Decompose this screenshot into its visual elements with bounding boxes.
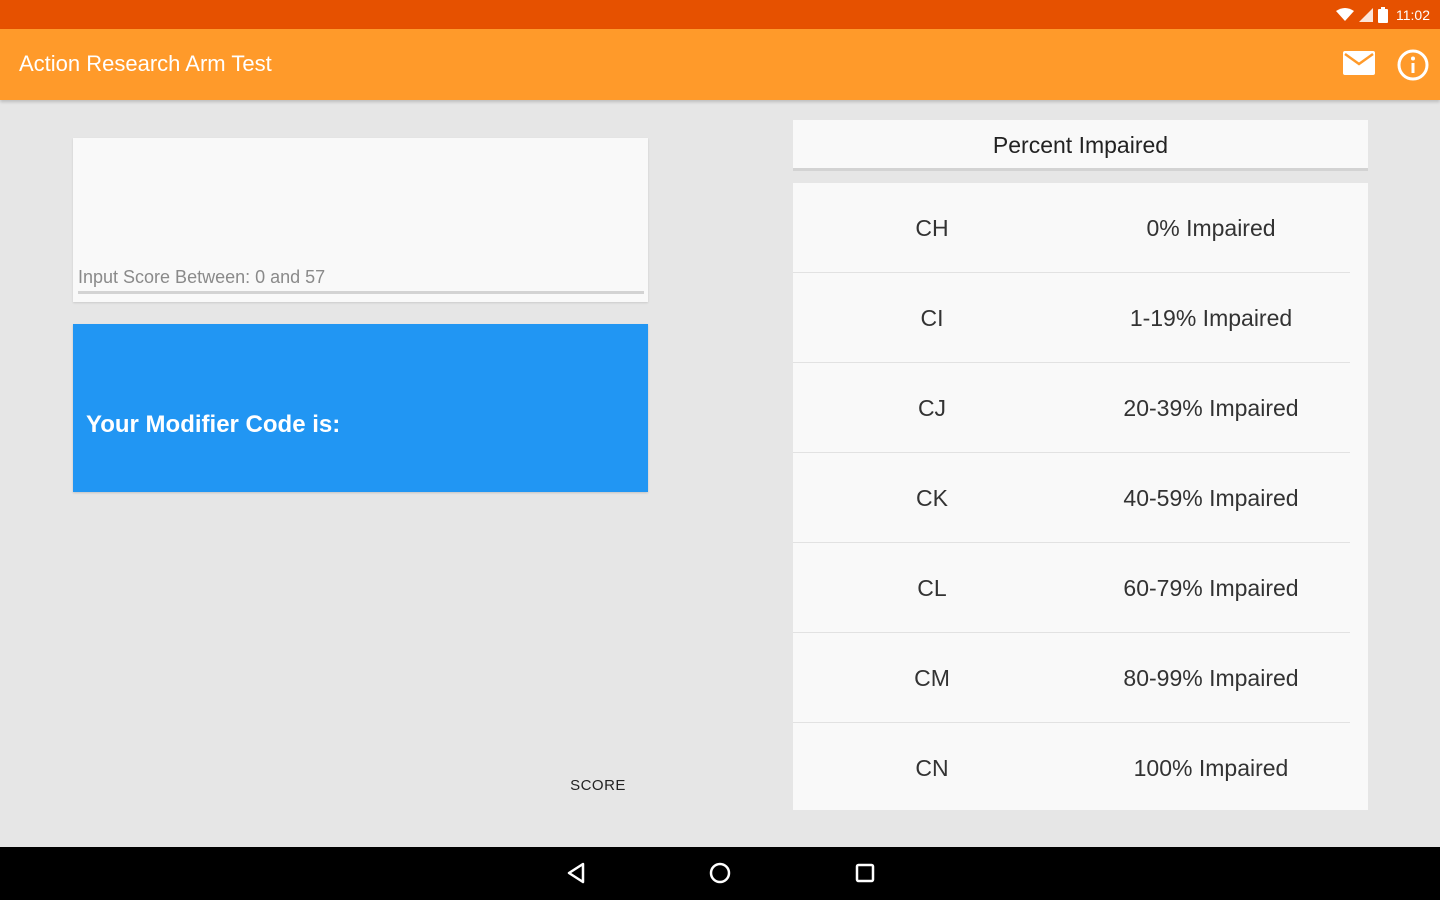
home-button[interactable] bbox=[707, 860, 733, 886]
modifier-code-cell: CN bbox=[915, 754, 949, 781]
status-bar: 11:02 bbox=[0, 0, 1440, 29]
info-button[interactable] bbox=[1396, 48, 1430, 82]
table-header: Percent Impaired bbox=[793, 120, 1368, 171]
table-row: CM 80-99% Impaired bbox=[793, 633, 1368, 723]
signal-icon bbox=[1359, 8, 1373, 22]
score-input-card bbox=[73, 138, 648, 302]
percent-cell: 0% Impaired bbox=[1146, 214, 1276, 241]
modifier-code-cell: CI bbox=[920, 304, 944, 331]
table-row: CL 60-79% Impaired bbox=[793, 543, 1368, 633]
recents-button[interactable] bbox=[852, 860, 878, 886]
app-title: Action Research Arm Test bbox=[19, 51, 272, 76]
modifier-code-panel: Your Modifier Code is: bbox=[73, 324, 648, 492]
impairment-table: CH 0% Impaired CI 1-19% Impaired CJ 20-3… bbox=[793, 183, 1368, 810]
mail-button[interactable] bbox=[1342, 50, 1376, 80]
table-row: CH 0% Impaired bbox=[793, 183, 1368, 273]
score-button[interactable]: SCORE bbox=[565, 770, 631, 800]
back-icon bbox=[567, 862, 585, 884]
battery-icon bbox=[1378, 7, 1388, 23]
modifier-code-cell: CL bbox=[917, 574, 947, 601]
table-row: CN 100% Impaired bbox=[793, 723, 1368, 813]
table-row: CJ 20-39% Impaired bbox=[793, 363, 1368, 453]
app-bar: Action Research Arm Test bbox=[0, 29, 1440, 100]
modifier-code-cell: CH bbox=[915, 214, 949, 241]
score-input[interactable] bbox=[78, 264, 644, 294]
percent-cell: 1-19% Impaired bbox=[1129, 304, 1293, 331]
modifier-code-cell: CJ bbox=[917, 394, 947, 421]
modifier-code-cell: CM bbox=[914, 664, 950, 691]
back-button[interactable] bbox=[563, 860, 589, 886]
percent-cell: 20-39% Impaired bbox=[1123, 394, 1299, 421]
modifier-code-cell: CK bbox=[916, 484, 948, 511]
percent-cell: 40-59% Impaired bbox=[1123, 484, 1299, 511]
table-row: CK 40-59% Impaired bbox=[793, 453, 1368, 543]
status-icons: 11:02 bbox=[1336, 5, 1430, 25]
modifier-code-label: Your Modifier Code is: bbox=[86, 411, 341, 438]
home-icon bbox=[709, 862, 731, 884]
wifi-icon bbox=[1336, 8, 1354, 21]
info-icon bbox=[1397, 49, 1429, 81]
percent-cell: 60-79% Impaired bbox=[1123, 574, 1299, 601]
percent-cell: 100% Impaired bbox=[1133, 754, 1289, 781]
status-time: 11:02 bbox=[1396, 7, 1430, 23]
table-row: CI 1-19% Impaired bbox=[793, 273, 1368, 363]
navigation-bar bbox=[0, 847, 1440, 900]
recents-icon bbox=[855, 863, 875, 883]
mail-icon bbox=[1343, 51, 1375, 75]
percent-cell: 80-99% Impaired bbox=[1123, 664, 1299, 691]
